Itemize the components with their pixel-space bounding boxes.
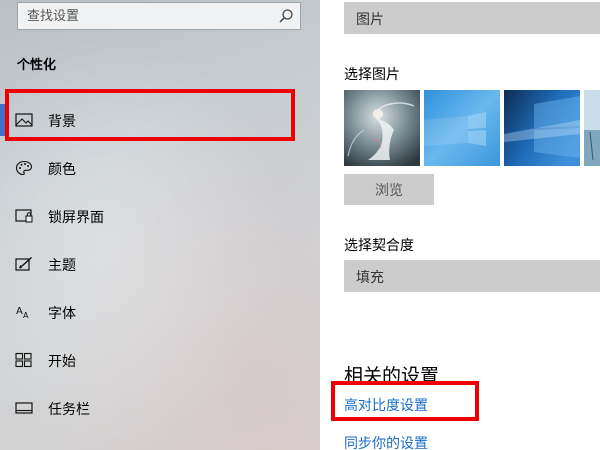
start-grid-icon bbox=[15, 352, 32, 368]
svg-text:A: A bbox=[16, 306, 23, 317]
dropdown-value: 图片 bbox=[356, 12, 384, 28]
settings-window: 个性化 背景 颜色 bbox=[0, 0, 600, 450]
search-icon[interactable] bbox=[278, 8, 294, 24]
sidebar-item-colors[interactable]: 颜色 bbox=[0, 148, 320, 188]
thumbnail-beach[interactable] bbox=[584, 90, 600, 166]
sidebar-item-lock-screen[interactable]: 锁屏界面 bbox=[0, 196, 320, 236]
sidebar-item-background[interactable]: 背景 bbox=[0, 100, 320, 140]
search-input[interactable] bbox=[27, 6, 267, 26]
sidebar-item-fonts[interactable]: A A 字体 bbox=[0, 292, 320, 332]
sync-settings-link[interactable]: 同步你的设置 bbox=[344, 433, 428, 450]
choose-picture-label: 选择图片 bbox=[344, 67, 400, 83]
font-icon: A A bbox=[16, 306, 29, 320]
thumbnail-windows-blue[interactable] bbox=[424, 90, 500, 166]
background-type-dropdown[interactable]: 图片 bbox=[344, 2, 600, 34]
choose-fit-label: 选择契合度 bbox=[344, 238, 414, 254]
sidebar-item-label: 背景 bbox=[48, 114, 76, 130]
thumbnail-fairy[interactable] bbox=[344, 90, 420, 166]
sidebar-item-themes[interactable]: 主题 bbox=[0, 244, 320, 284]
sidebar-item-taskbar[interactable]: 任务栏 bbox=[0, 388, 320, 428]
sidebar-item-label: 字体 bbox=[48, 306, 76, 322]
sidebar-item-label: 任务栏 bbox=[48, 402, 90, 418]
main-content: 图片 选择图片 浏览 选择契合度 填充 相关的设置 高对比度设置 同步你的设置 bbox=[320, 0, 600, 450]
sidebar: 个性化 背景 颜色 bbox=[0, 0, 320, 450]
theme-brush-icon bbox=[15, 256, 33, 271]
sidebar-item-start[interactable]: 开始 bbox=[0, 340, 320, 380]
dropdown-value: 填充 bbox=[356, 270, 384, 286]
lock-screen-icon bbox=[15, 209, 33, 223]
palette-icon bbox=[15, 160, 33, 176]
high-contrast-settings-link[interactable]: 高对比度设置 bbox=[344, 395, 428, 415]
sidebar-item-label: 颜色 bbox=[48, 162, 76, 178]
sidebar-item-label: 锁屏界面 bbox=[48, 210, 104, 226]
svg-text:A: A bbox=[23, 311, 29, 320]
selected-indicator bbox=[0, 104, 5, 136]
sidebar-item-label: 开始 bbox=[48, 354, 76, 370]
search-box[interactable] bbox=[17, 2, 301, 30]
taskbar-icon bbox=[15, 402, 33, 414]
fit-dropdown[interactable]: 填充 bbox=[344, 260, 600, 292]
sidebar-item-label: 主题 bbox=[48, 258, 76, 274]
picture-icon bbox=[15, 113, 33, 127]
thumbnail-windows-light[interactable] bbox=[504, 90, 580, 166]
browse-button[interactable]: 浏览 bbox=[344, 174, 434, 205]
section-title: 个性化 bbox=[17, 58, 57, 73]
related-settings-heading: 相关的设置 bbox=[344, 365, 440, 387]
